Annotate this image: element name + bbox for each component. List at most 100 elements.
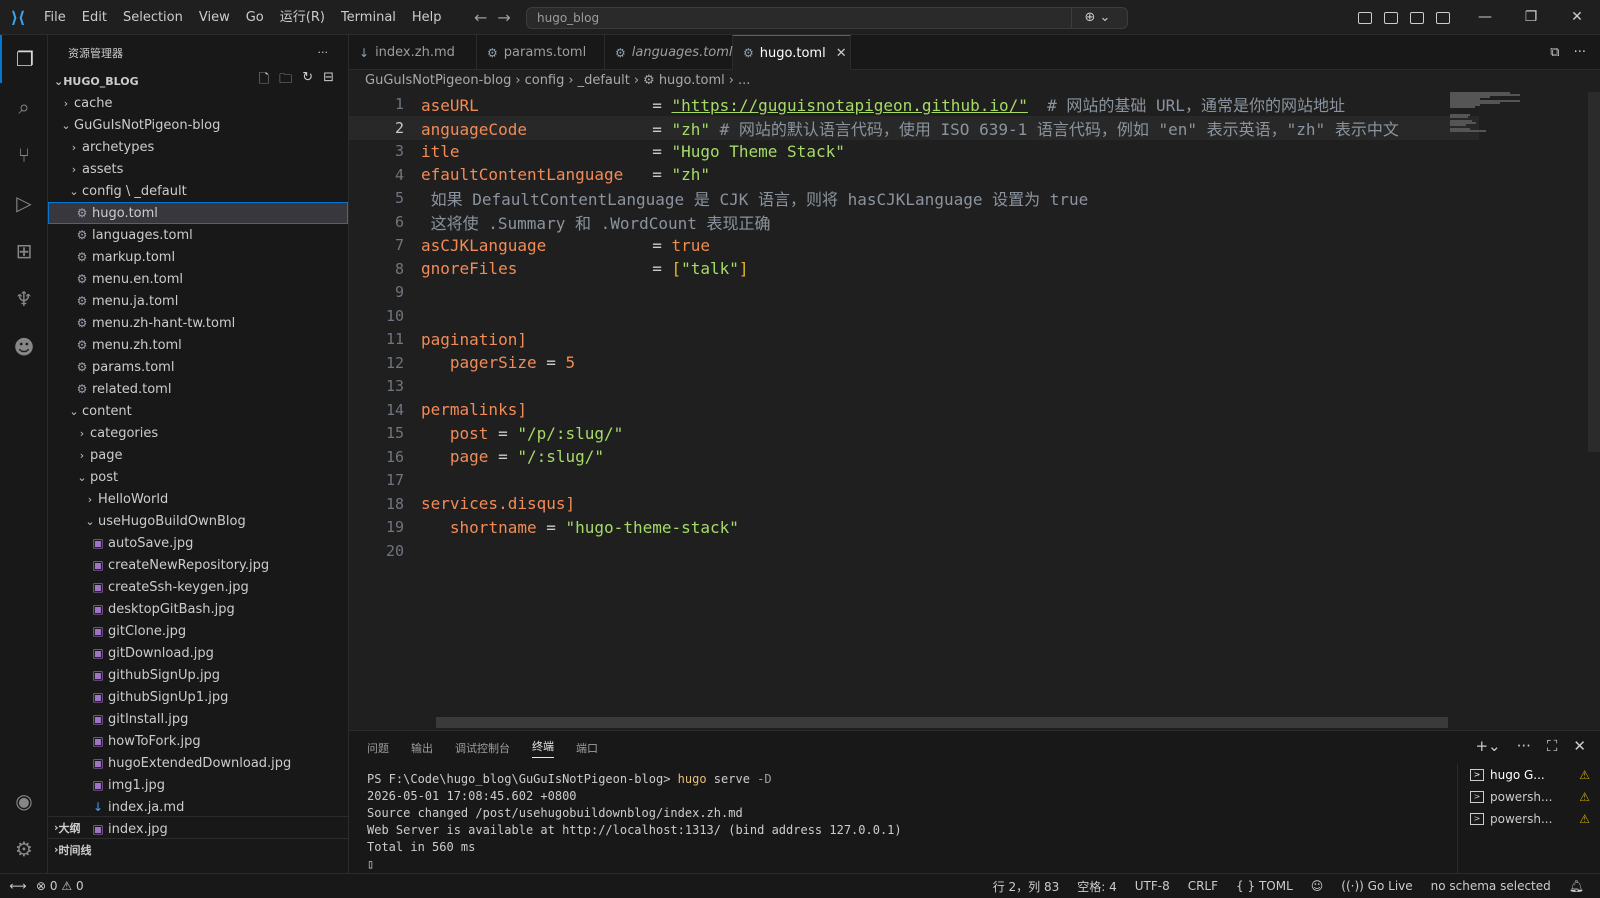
maximize-panel-icon[interactable]: ⛶ [1547,737,1558,755]
new-folder-icon[interactable]: 🗀 [279,70,292,92]
file-row[interactable]: ▣ autoSave.jpg [48,532,348,554]
minimize-icon[interactable]: — [1462,0,1508,35]
copilot-status-icon[interactable]: ☺ [1311,879,1324,893]
go-live-button[interactable]: ((·)) Go Live [1341,879,1412,893]
problems-indicator[interactable]: ⊗ 0 ⚠ 0 [36,879,84,893]
panel-tab[interactable]: 终端 [532,738,554,758]
new-file-icon[interactable]: 🗋 [259,70,269,92]
file-row[interactable]: ▣ gitDownload.jpg [48,642,348,664]
extensions-icon[interactable]: ⊞ [0,227,48,275]
folder-row[interactable]: › archetypes [48,136,348,158]
command-center[interactable]: hugo_blog ⊕ ⌄ [526,7,1128,29]
remote-icon[interactable]: ⟷ [0,879,36,893]
python-icon[interactable]: ♆ [0,275,48,323]
file-row[interactable]: ⚙ menu.zh.toml [48,334,348,356]
folder-row[interactable]: › categories [48,422,348,444]
terminal-instance[interactable]: > powersh... ⚠ [1458,808,1600,830]
file-row[interactable]: ⚙ markup.toml [48,246,348,268]
menu-item[interactable]: Selection [115,0,191,35]
breadcrumb-item[interactable]: _default [578,73,630,88]
schema-status[interactable]: no schema selected [1431,879,1551,893]
close-panel-icon[interactable]: ✕ [1573,737,1586,755]
editor-tab[interactable]: ⚙ params.toml [477,35,605,70]
panel-tab[interactable]: 调试控制台 [455,740,510,756]
toggle-panel-icon[interactable] [1410,11,1424,24]
folder-row[interactable]: ⌄ GuGuIsNotPigeon-blog [48,114,348,136]
file-row[interactable]: ▣ gitClone.jpg [48,620,348,642]
close-tab-icon[interactable]: ✕ [836,46,847,61]
code-editor[interactable]: 1 aseURL = "https://guguisnotapigeon.gith… [349,92,1600,720]
file-row[interactable]: ▣ githubSignUp.jpg [48,664,348,686]
close-window-icon[interactable]: ✕ [1554,0,1600,35]
editor-tab[interactable]: ⚙ hugo.toml ✕ [733,35,851,70]
file-row[interactable]: ▣ githubSignUp1.jpg [48,686,348,708]
refresh-icon[interactable]: ↻ [302,70,313,92]
file-row[interactable]: ⚙ hugo.toml [48,202,348,224]
cursor-position[interactable]: 行 2，列 83 [993,878,1060,895]
folder-row[interactable]: › assets [48,158,348,180]
search-icon[interactable]: ⌕ [0,83,48,131]
panel-more-icon[interactable]: ··· [1517,737,1531,755]
folder-row[interactable]: › HelloWorld [48,488,348,510]
editor-more-icon[interactable]: ··· [1574,45,1586,60]
terminal-instance[interactable]: > hugo G... ⚠ [1458,764,1600,786]
collapse-all-icon[interactable]: ⊟ [323,70,334,92]
file-row[interactable]: ▣ howToFork.jpg [48,730,348,752]
workspace-section-header[interactable]: ⌄ HUGO_BLOG 🗋 🗀 ↻ ⊟ [48,70,348,92]
breadcrumb-item[interactable]: GuGuIsNotPigeon-blog [365,73,511,88]
terminal-output[interactable]: PS F:\Code\hugo_blog\GuGuIsNotPigeon-blo… [367,771,1447,873]
folder-row[interactable]: ⌄ useHugoBuildOwnBlog [48,510,348,532]
menu-item[interactable]: 运行(R) [272,0,333,35]
copilot-icon[interactable]: ⊕ ⌄ [1071,8,1123,28]
file-row[interactable]: ▣ img1.jpg [48,774,348,796]
forward-arrow-icon[interactable]: → [497,8,510,27]
notifications-bell-icon[interactable]: 🔔︎ [1569,879,1584,893]
breadcrumb-item[interactable]: ⚙ hugo.toml [643,73,725,88]
breadcrumb-item[interactable]: ... [738,73,750,88]
menu-item[interactable]: Go [238,0,272,35]
minimap[interactable] [1450,92,1560,172]
language-mode[interactable]: { } TOML [1236,879,1293,893]
file-row[interactable]: ⚙ languages.toml [48,224,348,246]
file-row[interactable]: ▣ desktopGitBash.jpg [48,598,348,620]
file-row[interactable]: ⚙ params.toml [48,356,348,378]
panel-tab[interactable]: 问题 [367,740,389,756]
file-row[interactable]: ▣ hugoExtendedDownload.jpg [48,752,348,774]
explorer-icon[interactable]: ❐ [0,35,48,83]
folder-row[interactable]: ⌄ post [48,466,348,488]
panel-tab[interactable]: 端口 [576,740,598,756]
account-icon[interactable]: ◉ [0,777,48,825]
restore-icon[interactable]: ❐ [1508,0,1554,35]
folder-row[interactable]: › page [48,444,348,466]
encoding[interactable]: UTF-8 [1135,879,1170,893]
source-control-icon[interactable]: ⑂ [0,131,48,179]
indentation[interactable]: 空格: 4 [1077,878,1117,895]
file-row[interactable]: ▣ createSsh-keygen.jpg [48,576,348,598]
file-row[interactable]: ▣ createNewRepository.jpg [48,554,348,576]
outline-section[interactable]: › 大纲 [48,816,349,838]
file-row[interactable]: ⚙ menu.en.toml [48,268,348,290]
timeline-section[interactable]: › 时间线 [48,838,349,860]
horizontal-scrollbar[interactable] [436,717,1448,728]
editor-tab[interactable]: ⚙ languages.toml [605,35,733,70]
split-editor-icon[interactable]: ⧉ [1550,45,1559,60]
terminal-instance[interactable]: > powersh... ⚠ [1458,786,1600,808]
menu-item[interactable]: View [191,0,238,35]
new-terminal-icon[interactable]: +⌄ [1475,737,1500,755]
toggle-secondary-sidebar-icon[interactable] [1436,11,1450,24]
menu-item[interactable]: Help [404,0,450,35]
breadcrumb-item[interactable]: config [525,73,565,88]
panda-icon[interactable]: ☻ [0,323,48,371]
toggle-sidebar-icon[interactable] [1384,11,1398,24]
editor-tab[interactable]: ↓ index.zh.md [349,35,477,70]
run-debug-icon[interactable]: ▷ [0,179,48,227]
file-row[interactable]: ↓ index.ja.md [48,796,348,818]
menu-item[interactable]: File [36,0,74,35]
customize-layout-icon[interactable] [1358,11,1372,24]
file-row[interactable]: ⚙ related.toml [48,378,348,400]
file-row[interactable]: ▣ gitInstall.jpg [48,708,348,730]
file-row[interactable]: ⚙ menu.ja.toml [48,290,348,312]
back-arrow-icon[interactable]: ← [474,8,487,27]
file-row[interactable]: ⚙ menu.zh-hant-tw.toml [48,312,348,334]
vertical-scrollbar[interactable] [1588,92,1600,452]
